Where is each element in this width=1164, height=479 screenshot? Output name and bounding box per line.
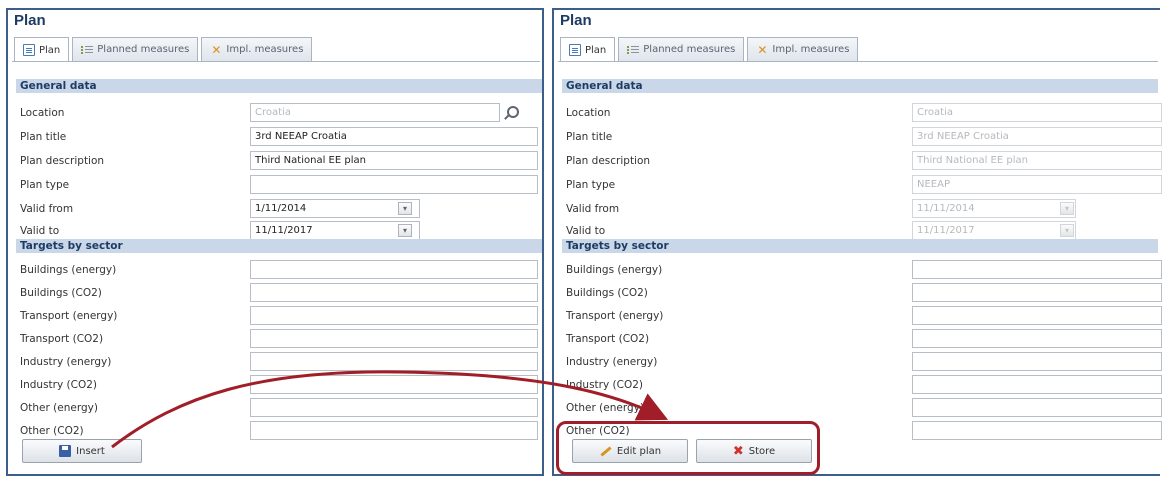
valid-from-label: Valid from	[566, 203, 620, 215]
transport-co2-label: Transport (CO2)	[566, 333, 650, 345]
plan-title-label: Plan title	[566, 131, 613, 143]
search-icon[interactable]	[503, 106, 519, 120]
plan-type-label: Plan type	[566, 179, 616, 191]
tab-label: Impl. measures	[226, 44, 304, 55]
tab-label: Impl. measures	[772, 44, 850, 55]
list-icon	[627, 44, 640, 56]
plan-panel-view-mode: Plan Plan Planned measures ✕ Impl. measu…	[552, 8, 1162, 476]
plan-title-label: Plan title	[20, 131, 67, 143]
insert-button[interactable]: Insert	[22, 439, 142, 463]
valid-from-field[interactable]: 11/11/2014	[912, 199, 1076, 218]
industry-co2-field[interactable]	[250, 375, 538, 394]
list-icon	[81, 44, 94, 56]
save-icon	[59, 445, 72, 457]
section-header-general: General data	[562, 79, 1158, 93]
transport-co2-field[interactable]	[912, 329, 1162, 348]
buildings-energy-label: Buildings (energy)	[20, 264, 117, 276]
industry-energy-label: Industry (energy)	[566, 356, 658, 368]
transport-co2-label: Transport (CO2)	[20, 333, 104, 345]
industry-energy-field[interactable]	[250, 352, 538, 371]
industry-energy-label: Industry (energy)	[20, 356, 112, 368]
location-placeholder: Croatia	[255, 107, 291, 118]
plan-description-field[interactable]: Third National EE plan	[250, 151, 538, 170]
tab-impl-measures[interactable]: ✕ Impl. measures	[747, 37, 859, 61]
plan-panel-edit-mode: Plan Plan Planned measures ✕ Impl. measu…	[6, 8, 544, 476]
plan-type-label: Plan type	[20, 179, 70, 191]
buildings-energy-field[interactable]	[912, 260, 1162, 279]
buildings-co2-field[interactable]	[250, 283, 538, 302]
location-field[interactable]: Croatia	[250, 103, 500, 122]
other-co2-field[interactable]	[250, 421, 538, 440]
valid-to-label: Valid to	[20, 225, 60, 237]
other-energy-label: Other (energy)	[566, 402, 644, 414]
valid-to-label: Valid to	[566, 225, 606, 237]
location-label: Location	[566, 107, 611, 119]
tab-planned-measures[interactable]: Planned measures	[618, 37, 745, 61]
tab-divider	[12, 61, 540, 62]
tab-label: Plan	[585, 44, 607, 56]
tab-bar: Plan Planned measures ✕ Impl. measures	[14, 37, 315, 62]
transport-energy-label: Transport (energy)	[20, 310, 118, 322]
tab-plan[interactable]: Plan	[14, 37, 70, 62]
tab-bar: Plan Planned measures ✕ Impl. measures	[560, 37, 861, 62]
tab-plan[interactable]: Plan	[560, 37, 616, 62]
industry-energy-field[interactable]	[912, 352, 1162, 371]
other-energy-field[interactable]	[250, 398, 538, 417]
location-field[interactable]: Croatia	[912, 103, 1162, 122]
other-co2-label: Other (CO2)	[20, 425, 84, 437]
plan-description-label: Plan description	[20, 155, 105, 167]
valid-to-field[interactable]: 11/11/2017	[250, 221, 420, 240]
valid-to-field[interactable]: 11/11/2017	[912, 221, 1076, 240]
calendar-icon[interactable]: ▾	[1060, 202, 1074, 215]
calendar-icon[interactable]: ▾	[1060, 224, 1074, 237]
tools-icon: ✕	[757, 42, 768, 57]
buildings-energy-field[interactable]	[250, 260, 538, 279]
valid-from-field[interactable]: 1/11/2014	[250, 199, 420, 218]
plan-description-field[interactable]: Third National EE plan	[912, 151, 1162, 170]
tab-impl-measures[interactable]: ✕ Impl. measures	[201, 37, 313, 61]
plan-title-field[interactable]: 3rd NEEAP Croatia	[250, 127, 538, 146]
section-header-general: General data	[16, 79, 542, 93]
other-energy-field[interactable]	[912, 398, 1162, 417]
transport-energy-field[interactable]	[912, 306, 1162, 325]
plan-title-field[interactable]: 3rd NEEAP Croatia	[912, 127, 1162, 146]
plan-type-field[interactable]	[250, 175, 538, 194]
industry-co2-field[interactable]	[912, 375, 1162, 394]
valid-from-label: Valid from	[20, 203, 74, 215]
transport-energy-label: Transport (energy)	[566, 310, 664, 322]
transport-co2-field[interactable]	[250, 329, 538, 348]
panel-title: Plan	[14, 12, 46, 29]
tab-label: Planned measures	[643, 44, 736, 55]
document-icon	[569, 44, 581, 56]
section-header-targets: Targets by sector	[562, 239, 1158, 253]
industry-co2-label: Industry (CO2)	[20, 379, 97, 391]
location-label: Location	[20, 107, 65, 119]
tab-planned-measures[interactable]: Planned measures	[72, 37, 199, 61]
other-energy-label: Other (energy)	[20, 402, 98, 414]
transport-energy-field[interactable]	[250, 306, 538, 325]
other-co2-field[interactable]	[912, 421, 1162, 440]
insert-button-label: Insert	[76, 445, 105, 457]
annotation-highlight-box	[556, 421, 820, 475]
panel-title: Plan	[560, 12, 592, 29]
buildings-co2-label: Buildings (CO2)	[566, 287, 648, 299]
tab-label: Planned measures	[97, 44, 190, 55]
section-header-targets: Targets by sector	[16, 239, 542, 253]
buildings-energy-label: Buildings (energy)	[566, 264, 663, 276]
plan-type-field[interactable]: NEEAP	[912, 175, 1162, 194]
tab-divider	[558, 61, 1158, 62]
plan-description-label: Plan description	[566, 155, 651, 167]
buildings-co2-label: Buildings (CO2)	[20, 287, 102, 299]
tab-label: Plan	[39, 44, 61, 56]
calendar-icon[interactable]: ▾	[398, 224, 412, 237]
document-icon	[23, 44, 35, 56]
tools-icon: ✕	[211, 42, 222, 57]
buildings-co2-field[interactable]	[912, 283, 1162, 302]
calendar-icon[interactable]: ▾	[398, 202, 412, 215]
industry-co2-label: Industry (CO2)	[566, 379, 643, 391]
